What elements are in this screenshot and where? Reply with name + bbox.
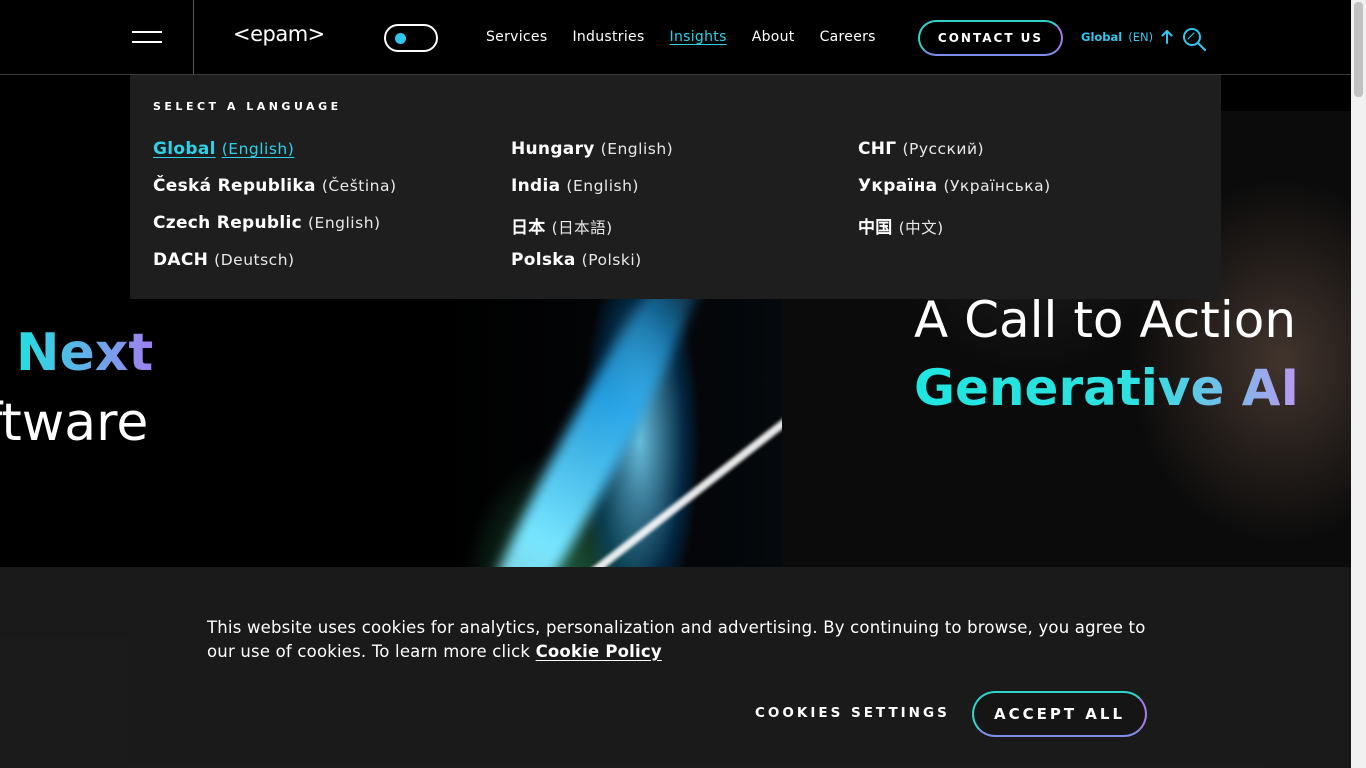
language-switcher[interactable]: Global (EN): [1081, 30, 1173, 44]
language-option-ceska-republika[interactable]: Česká Republika (Čeština): [153, 176, 397, 213]
hero-right-heading: A Call to Action: [914, 291, 1297, 349]
nav-about[interactable]: About: [752, 29, 795, 45]
hero-left-heading: ftware: [0, 393, 149, 453]
language-region: India: [511, 176, 561, 196]
hero-right-heading-accent: Generative AI: [914, 359, 1300, 417]
scrollbar-thumb[interactable]: [1354, 2, 1363, 97]
language-name: (日本語): [551, 219, 613, 237]
language-region: DACH: [153, 250, 209, 270]
arrow-up-icon: [1161, 30, 1173, 44]
language-column: СНГ (Русский) Україна (Українська) 中国 (中文): [858, 139, 1051, 250]
language-option-china[interactable]: 中国 (中文): [858, 213, 1051, 250]
language-option-japan[interactable]: 日本 (日本語): [511, 213, 673, 250]
hero-left-heading-accent: Next: [16, 323, 154, 383]
language-name: (Čeština): [321, 177, 397, 195]
cookie-banner: This website uses cookies for analytics,…: [0, 567, 1351, 768]
language-region: Hungary: [511, 139, 595, 159]
language-option-ukraine[interactable]: Україна (Українська): [858, 176, 1051, 213]
language-name: (English): [308, 214, 381, 232]
language-option-dach[interactable]: DACH (Deutsch): [153, 250, 397, 287]
language-region: Україна: [858, 176, 938, 196]
language-region: 中国: [858, 218, 893, 238]
language-name: (English): [221, 140, 295, 158]
language-name: (English): [600, 140, 674, 158]
language-option-global[interactable]: Global (English): [153, 139, 397, 176]
language-region: Polska: [511, 250, 576, 270]
language-region: Česká Republika: [153, 176, 316, 196]
language-code: (EN): [1128, 30, 1154, 44]
site-header: <epam> Services Industries Insights Abou…: [0, 0, 1351, 75]
contact-us-button[interactable]: CONTACT US: [918, 20, 1063, 56]
language-dropdown-title: SELECT A LANGUAGE: [153, 100, 342, 113]
cookies-settings-button[interactable]: COOKIES SETTINGS: [755, 705, 950, 721]
language-region: СНГ: [858, 139, 897, 159]
main-nav: Services Industries Insights About Caree…: [486, 29, 901, 45]
epam-logo[interactable]: <epam>: [233, 22, 325, 46]
language-column: Hungary (English) India (English) 日本 (日本語) …: [511, 139, 673, 287]
language-name: (Українська): [943, 177, 1051, 195]
hamburger-menu-button[interactable]: [120, 14, 174, 60]
language-name: (Deutsch): [214, 251, 295, 269]
language-name: (Polski): [581, 251, 642, 269]
page-scrollbar[interactable]: [1351, 0, 1366, 768]
language-column: Global (English) Česká Republika (Čeština)…: [153, 139, 397, 287]
language-region: Czech Republic: [153, 213, 302, 233]
language-option-czech-republic[interactable]: Czech Republic (English): [153, 213, 397, 250]
nav-careers[interactable]: Careers: [820, 29, 876, 45]
search-icon[interactable]: [1181, 26, 1207, 52]
language-option-cis[interactable]: СНГ (Русский): [858, 139, 1051, 176]
nav-insights[interactable]: Insights: [670, 29, 727, 45]
header-divider: [193, 0, 194, 75]
hamburger-line-icon: [132, 31, 162, 33]
language-region: Global: [1081, 30, 1123, 44]
language-option-india[interactable]: India (English): [511, 176, 673, 213]
language-option-polska[interactable]: Polska (Polski): [511, 250, 673, 287]
hamburger-line-icon: [132, 41, 162, 43]
nav-services[interactable]: Services: [486, 29, 547, 45]
language-region: Global: [153, 139, 216, 159]
language-name: (English): [566, 177, 639, 195]
toggle-knob-icon: [395, 33, 406, 44]
language-name: (中文): [898, 219, 944, 237]
language-dropdown: SELECT A LANGUAGE Global (English) Česká …: [130, 75, 1221, 299]
cookie-message: This website uses cookies for analytics,…: [207, 616, 1167, 664]
language-name: (Русский): [902, 140, 985, 158]
nav-industries[interactable]: Industries: [572, 29, 644, 45]
language-region: 日本: [511, 218, 546, 238]
language-option-hungary[interactable]: Hungary (English): [511, 139, 673, 176]
cookie-message-text: This website uses cookies for analytics,…: [207, 618, 1146, 661]
cookie-policy-link[interactable]: Cookie Policy: [536, 642, 662, 661]
theme-toggle[interactable]: [384, 24, 438, 52]
accept-all-button[interactable]: ACCEPT ALL: [972, 691, 1147, 737]
